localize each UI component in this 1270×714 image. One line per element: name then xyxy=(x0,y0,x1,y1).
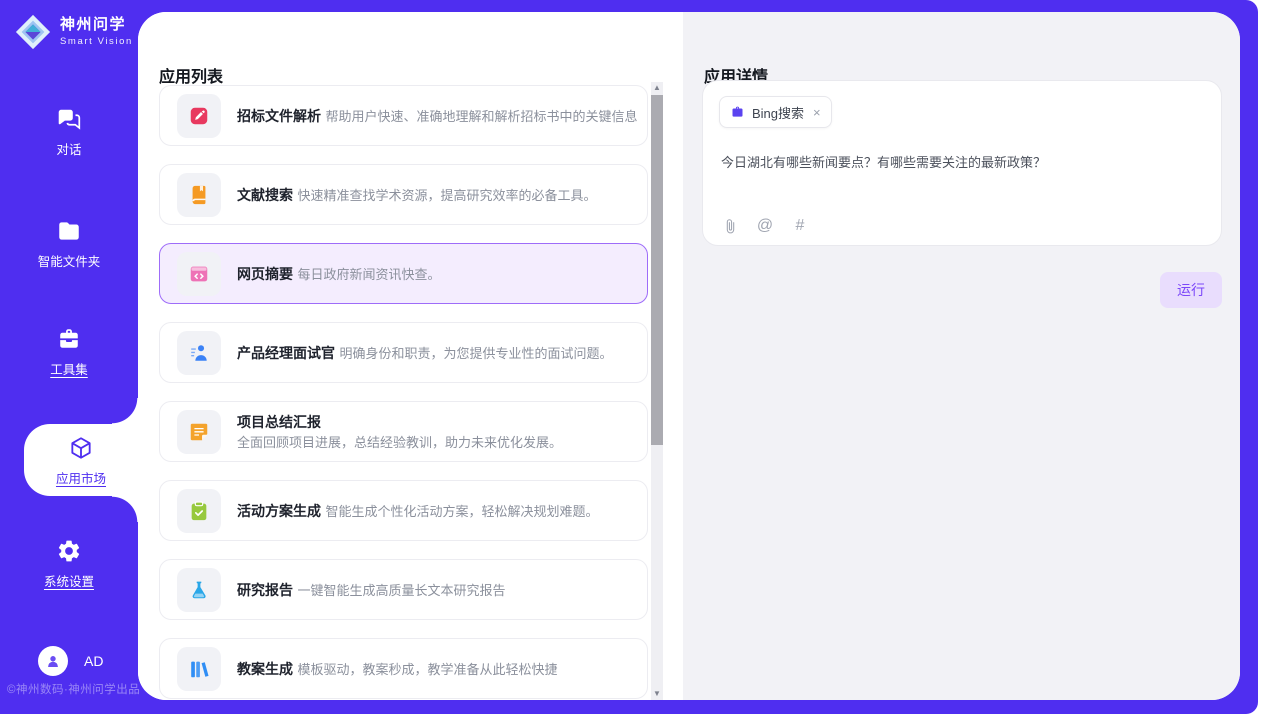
app-card-description: 模板驱动，教案秒成，教学准备从此轻松快捷 xyxy=(297,662,557,677)
app-card-description: 快速精准查找学术资源，提高研究效率的必备工具。 xyxy=(297,188,596,203)
brand-subtitle: Smart Vision xyxy=(60,36,133,47)
tool-chip-label: Bing搜索 xyxy=(752,103,804,122)
content-window: 应用列表 招标文件解析 帮助用户快速、准确地理解和解析招标书中的关键信息 文献搜… xyxy=(138,12,1240,700)
sidebar-item-toolbox[interactable]: 工具集 xyxy=(0,326,138,378)
pen-square-icon xyxy=(188,105,210,127)
app-card-title: 教案生成 xyxy=(237,661,293,677)
scrollbar-thumb[interactable] xyxy=(651,95,663,445)
run-button[interactable]: 运行 xyxy=(1160,272,1222,308)
app-card-description: 全面回顾项目进展，总结经验教训，助力未来优化发展。 xyxy=(237,435,562,450)
sidebar-item-label: 系统设置 xyxy=(44,571,94,590)
app-card-6[interactable]: 活动方案生成 智能生成个性化活动方案，轻松解决规划难题。 xyxy=(159,480,648,541)
sidebar: 神州问学 Smart Vision 对话 智能文件夹 工具集 应用市场 系统设置… xyxy=(0,0,138,714)
app-card-title: 产品经理面试官 xyxy=(237,345,335,361)
app-list-panel: 应用列表 招标文件解析 帮助用户快速、准确地理解和解析招标书中的关键信息 文献搜… xyxy=(138,12,683,700)
prompt-card[interactable]: Bing搜索 × 今日湖北有哪些新闻要点？有哪些需要关注的最新政策？ @# xyxy=(702,80,1222,246)
app-card-title: 活动方案生成 xyxy=(237,503,321,519)
clipboard-check-icon xyxy=(188,500,210,522)
sidebar-item-label: 智能文件夹 xyxy=(38,251,101,270)
tool-chip-bing[interactable]: Bing搜索 × xyxy=(719,96,832,128)
active-tab-notch xyxy=(112,398,138,424)
diamond-logo-icon xyxy=(14,13,52,51)
hash-icon[interactable]: # xyxy=(791,217,809,235)
app-card-2[interactable]: 文献搜索 快速精准查找学术资源，提高研究效率的必备工具。 xyxy=(159,164,648,225)
folder-icon xyxy=(56,218,82,244)
user-initials: AD xyxy=(84,653,103,669)
app-card-4[interactable]: 产品经理面试官 明确身份和职责，为您提供专业性的面试问题。 xyxy=(159,322,648,383)
sidebar-item-folders[interactable]: 智能文件夹 xyxy=(0,218,138,270)
app-card-title: 招标文件解析 xyxy=(237,108,321,124)
briefcase-icon xyxy=(730,105,745,120)
app-card-1[interactable]: 招标文件解析 帮助用户快速、准确地理解和解析招标书中的关键信息 xyxy=(159,85,648,146)
scroll-down-icon[interactable]: ▼ xyxy=(651,688,663,700)
sidebar-item-label: 工具集 xyxy=(50,359,88,378)
app-card-description: 智能生成个性化活动方案，轻松解决规划难题。 xyxy=(325,504,598,519)
app-card-description: 明确身份和职责，为您提供专业性的面试问题。 xyxy=(339,346,612,361)
person-icon xyxy=(44,652,62,670)
chat-icon xyxy=(56,106,82,132)
sidebar-item-label: 应用市场 xyxy=(56,468,106,487)
scroll-up-icon[interactable]: ▲ xyxy=(651,82,663,94)
browser-code-icon xyxy=(188,263,210,285)
attachment-toolbar: @# xyxy=(721,217,809,235)
app-card-title: 文献搜索 xyxy=(237,187,293,203)
scrollbar[interactable]: ▲ ▼ xyxy=(651,82,663,700)
interviewer-icon xyxy=(188,342,210,364)
copyright-text: ©神州数码·神州问学出品 xyxy=(7,681,140,697)
app-card-8[interactable]: 教案生成 模板驱动，教案秒成，教学准备从此轻松快捷 xyxy=(159,638,648,699)
book-icon xyxy=(188,184,210,206)
books-icon xyxy=(188,658,210,680)
sticky-note-icon xyxy=(188,421,210,443)
gear-icon xyxy=(56,538,82,564)
flask-icon xyxy=(188,579,210,601)
app-card-description: 帮助用户快速、准确地理解和解析招标书中的关键信息 xyxy=(325,109,637,124)
brand-logo: 神州问学 Smart Vision xyxy=(14,13,133,51)
app-card-title: 研究报告 xyxy=(237,582,293,598)
sidebar-item-chat[interactable]: 对话 xyxy=(0,106,138,158)
app-card-title: 项目总结汇报 xyxy=(237,414,321,430)
active-tab-notch xyxy=(112,496,138,522)
app-card-description: 每日政府新闻资讯快查。 xyxy=(297,267,440,282)
app-card-3[interactable]: 网页摘要 每日政府新闻资讯快查。 xyxy=(159,243,648,304)
brand-name: 神州问学 xyxy=(60,17,133,34)
prompt-input[interactable]: 今日湖北有哪些新闻要点？有哪些需要关注的最新政策？ xyxy=(721,153,1203,173)
sidebar-item-label: 对话 xyxy=(56,139,81,158)
user-row[interactable]: AD xyxy=(38,646,103,676)
app-card-title: 网页摘要 xyxy=(237,266,293,282)
app-card-7[interactable]: 研究报告 一键智能生成高质量长文本研究报告 xyxy=(159,559,648,620)
sidebar-item-settings[interactable]: 系统设置 xyxy=(0,538,138,590)
at-sign-icon[interactable]: @ xyxy=(756,217,774,235)
app-card-description: 一键智能生成高质量长文本研究报告 xyxy=(297,583,505,598)
app-detail-panel: 应用详情 Bing搜索 × 今日湖北有哪些新闻要点？有哪些需要关注的最新政策？ … xyxy=(683,12,1240,700)
chip-close-icon[interactable]: × xyxy=(813,105,821,120)
cube-icon xyxy=(68,435,94,461)
sidebar-item-app-market[interactable]: 应用市场 xyxy=(24,424,138,496)
avatar[interactable] xyxy=(38,646,68,676)
paperclip-icon[interactable] xyxy=(721,217,739,235)
app-cards: 招标文件解析 帮助用户快速、准确地理解和解析招标书中的关键信息 文献搜索 快速精… xyxy=(159,85,648,700)
toolbox-icon xyxy=(56,326,82,352)
app-card-5[interactable]: 项目总结汇报 全面回顾项目进展，总结经验教训，助力未来优化发展。 xyxy=(159,401,648,462)
app-list-title: 应用列表 xyxy=(159,63,223,87)
